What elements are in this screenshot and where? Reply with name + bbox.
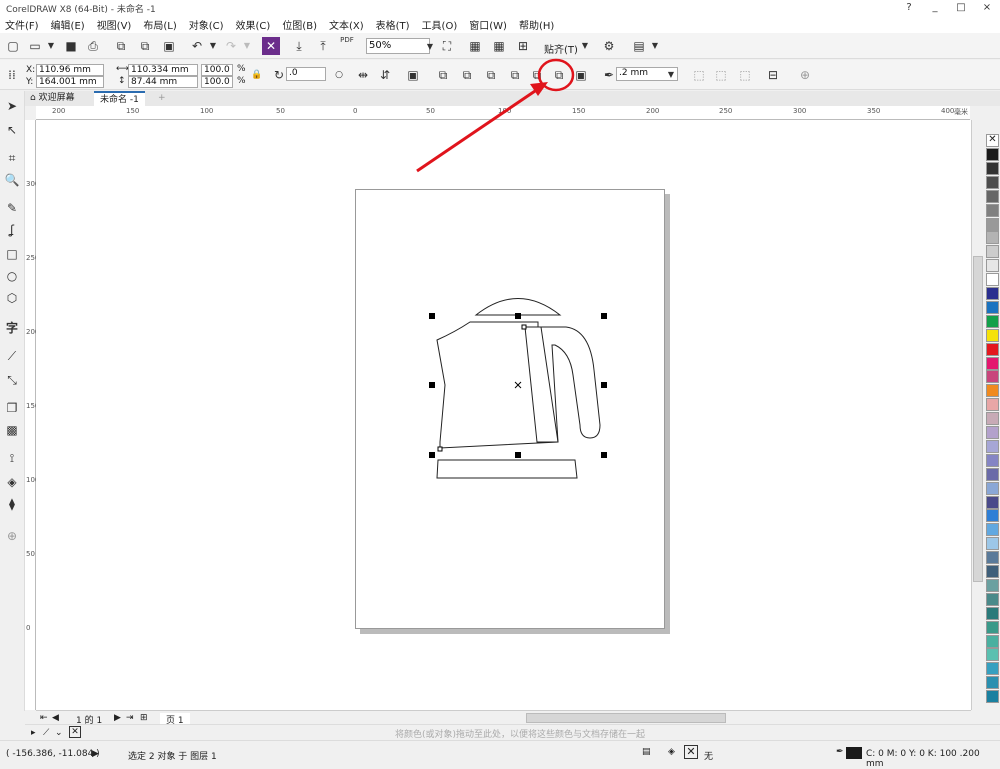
palette-swatch[interactable] (986, 467, 999, 481)
handle-top-right (601, 313, 607, 319)
palette-swatch[interactable] (986, 634, 999, 648)
palette-swatch[interactable] (986, 203, 999, 217)
palette-swatch[interactable] (986, 245, 999, 259)
last-page-icon[interactable]: ⇥ (126, 713, 134, 723)
palette-swatch[interactable] (986, 690, 999, 704)
outline-color-swatch (846, 747, 862, 759)
palette-swatch[interactable] (986, 217, 999, 231)
palette-swatch[interactable] (986, 523, 999, 537)
palette-swatch[interactable] (986, 273, 999, 287)
no-fill-swatch[interactable]: ✕ (69, 726, 81, 738)
eyedropper-small-icon[interactable]: ⟋ (43, 728, 49, 738)
palette-swatch[interactable] (986, 676, 999, 690)
palette-swatch[interactable] (986, 648, 999, 662)
palette-swatch[interactable] (986, 356, 999, 370)
cursor-coordinates: ( -156.386, -11.084 ) (6, 749, 100, 759)
handle-middle-left (429, 382, 435, 388)
node-marker (437, 446, 443, 452)
vertical-scrollbar[interactable] (971, 120, 984, 710)
fill-bucket-icon: ◈ (668, 747, 675, 757)
next-page-icon[interactable]: ▶ (114, 713, 121, 723)
kettle-lid (474, 298, 562, 316)
status-bar: ( -156.386, -11.084 ) ▶ 选定 2 对象 于 图层 1 ▤… (0, 740, 1000, 769)
palette-swatch[interactable] (986, 342, 999, 356)
first-page-icon[interactable]: ⇤ (40, 713, 48, 723)
palette-swatch[interactable] (986, 189, 999, 203)
palette-swatch[interactable] (986, 592, 999, 606)
palette-swatch[interactable] (986, 384, 999, 398)
palette-swatch[interactable] (986, 370, 999, 384)
kettle-handle-inner (524, 326, 559, 443)
palette-swatch[interactable] (986, 551, 999, 565)
artwork-layer (416, 58, 607, 479)
palette-swatch[interactable] (986, 259, 999, 273)
no-fill-indicator-icon: ✕ (684, 745, 698, 759)
palette-swatch[interactable] (986, 426, 999, 439)
handle-bottom-right (601, 452, 607, 458)
palette-swatch[interactable] (986, 314, 999, 328)
palette-swatch[interactable] (986, 606, 999, 620)
handle-bottom-center (515, 452, 521, 458)
palette-swatch[interactable] (986, 662, 999, 676)
outline-value: C: 0 M: 0 Y: 0 K: 100 .200 mm (866, 749, 980, 769)
palette-swatch[interactable] (986, 398, 999, 412)
page-navigator: ⇤ ◀ 1 的 1 ▶ ⇥ ⊞ 页 1 (36, 710, 971, 726)
palette-swatch[interactable] (986, 231, 999, 245)
palette-options-icon[interactable]: ⌄ (55, 728, 63, 738)
center-marker (514, 381, 522, 389)
vertical-scroll-thumb[interactable] (973, 256, 983, 582)
prev-page-icon[interactable]: ◀ (52, 713, 59, 723)
palette-hint: 将颜色(或对象)拖动至此处，以便将这些颜色与文档存储在一起 (395, 730, 646, 740)
outline-pen-status-icon: ✒ (836, 747, 844, 757)
handle-top-center (515, 313, 521, 319)
palette-swatch[interactable] (986, 300, 999, 314)
horizontal-scroll-thumb[interactable] (526, 713, 726, 723)
color-palette: ✕ (984, 130, 1000, 710)
node-marker (521, 324, 527, 330)
palette-swatch[interactable] (986, 565, 999, 578)
document-palette-bar: ▸ ⟋ ⌄ ✕ 将颜色(或对象)拖动至此处，以便将这些颜色与文档存储在一起 (25, 724, 1000, 740)
no-color-swatch[interactable]: ✕ (986, 134, 999, 147)
kettle-drawing[interactable] (436, 298, 601, 479)
palette-swatch[interactable] (986, 481, 999, 495)
palette-swatch[interactable] (986, 328, 999, 342)
palette-swatch[interactable] (986, 495, 999, 509)
palette-swatch[interactable] (986, 578, 999, 592)
add-page-icon[interactable]: ⊞ (140, 713, 148, 723)
color-proof-icon[interactable]: ▤ (642, 747, 651, 757)
palette-swatch[interactable] (986, 509, 999, 523)
palette-swatch[interactable] (986, 148, 999, 161)
kettle-base (436, 459, 578, 479)
palette-swatch[interactable] (986, 453, 999, 467)
palette-swatch[interactable] (986, 287, 999, 300)
palette-swatch[interactable] (986, 620, 999, 634)
palette-swatch[interactable] (986, 161, 999, 175)
palette-swatch[interactable] (986, 439, 999, 453)
palette-swatch[interactable] (986, 537, 999, 551)
handle-middle-right (601, 382, 607, 388)
palette-swatch[interactable] (986, 412, 999, 426)
handle-top-left (429, 313, 435, 319)
palette-menu-icon[interactable]: ▸ (31, 728, 36, 738)
annotation-arrow (416, 58, 575, 173)
handle-bottom-left (429, 452, 435, 458)
fill-value: 无 (704, 752, 714, 762)
selection-info: 选定 2 对象 于 图层 1 (128, 752, 217, 762)
status-expand-icon[interactable]: ▶ (92, 749, 99, 759)
palette-swatch[interactable] (986, 175, 999, 189)
